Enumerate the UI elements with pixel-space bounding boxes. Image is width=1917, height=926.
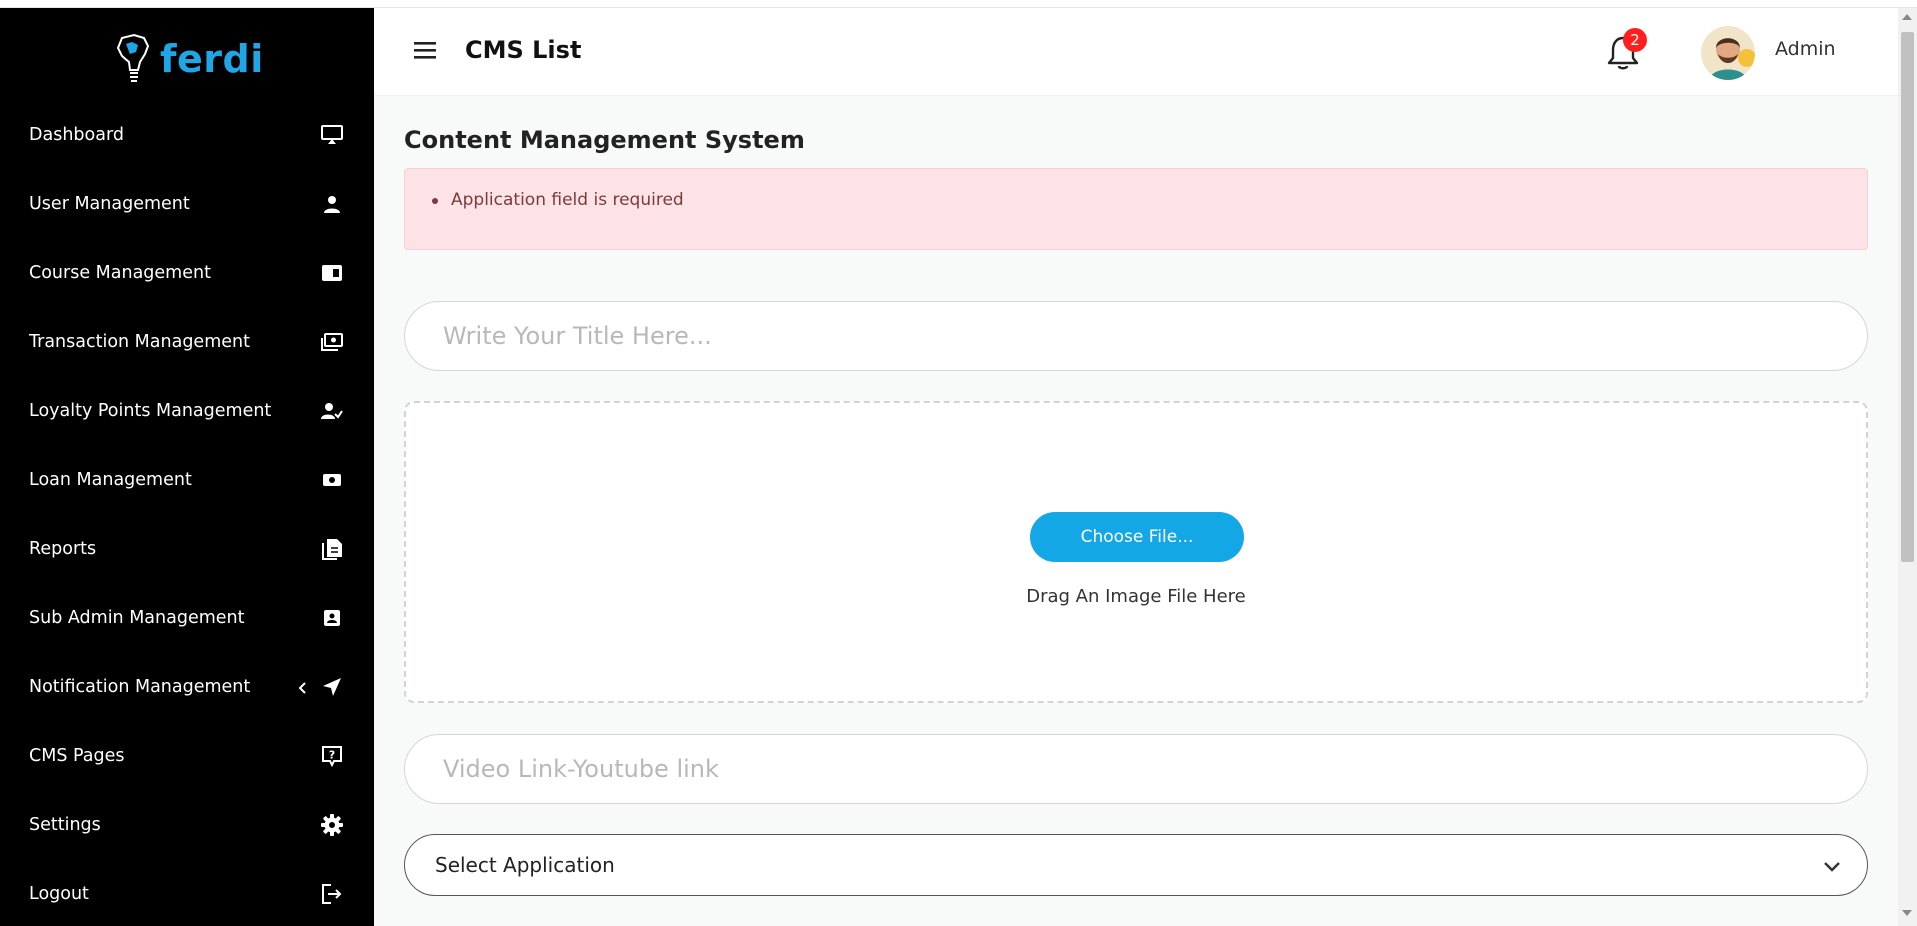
sidebar-item-sub-admin-management[interactable]: Sub Admin Management: [0, 583, 374, 652]
sidebar-item-notification-management[interactable]: Notification Management: [0, 652, 374, 721]
image-dropzone[interactable]: Choose File... Drag An Image File Here: [404, 401, 1868, 703]
sidebar-item-transaction-management[interactable]: Transaction Management: [0, 307, 374, 376]
application-select[interactable]: Select Application: [404, 834, 1868, 896]
error-message: Application field is required: [451, 190, 684, 210]
video-link-input[interactable]: [404, 734, 1868, 804]
sidebar-item-label: Course Management: [29, 262, 211, 283]
choose-file-button[interactable]: Choose File...: [1030, 512, 1244, 562]
sidebar-item-settings[interactable]: Settings: [0, 790, 374, 859]
application-select-value: Select Application: [435, 853, 615, 877]
scroll-down-arrow-icon[interactable]: [1902, 910, 1912, 916]
title-input[interactable]: [404, 301, 1868, 371]
user-icon: [320, 192, 344, 216]
chevron-left-icon: [296, 680, 310, 694]
avatar[interactable]: [1701, 26, 1755, 80]
sidebar-item-course-management[interactable]: Course Management: [0, 238, 374, 307]
hamburger-menu-icon[interactable]: [412, 38, 438, 62]
sidebar-item-label: Notification Management: [29, 676, 251, 697]
user-name[interactable]: Admin: [1775, 38, 1836, 60]
book-icon: [320, 261, 344, 285]
sidebar-item-dashboard[interactable]: Dashboard: [0, 100, 374, 169]
sidebar-nav: Dashboard User Management Course Managem…: [0, 100, 374, 926]
section-title: Content Management System: [404, 126, 805, 154]
sidebar-item-label: User Management: [29, 193, 190, 214]
top-header: CMS List 2 Admin: [374, 8, 1898, 96]
browser-top-edge: [0, 0, 1917, 8]
error-alert: Application field is required: [404, 168, 1868, 250]
brand-name: ferdi: [160, 37, 264, 81]
sidebar-item-user-management[interactable]: User Management: [0, 169, 374, 238]
money-icon: [320, 330, 344, 354]
sidebar-item-label: Logout: [29, 883, 89, 904]
file-icon: [320, 537, 344, 561]
notification-count-badge: 2: [1623, 28, 1647, 52]
sidebar-item-label: Loan Management: [29, 469, 192, 490]
brand-logo[interactable]: ferdi: [112, 28, 264, 90]
cash-icon: [320, 468, 344, 492]
sidebar-item-label: Transaction Management: [29, 331, 250, 352]
paper-plane-icon: [320, 675, 344, 699]
bullet-icon: [432, 198, 438, 204]
gear-icon: [320, 813, 344, 837]
sidebar-item-reports[interactable]: Reports: [0, 514, 374, 583]
sidebar-item-logout[interactable]: Logout: [0, 859, 374, 926]
africa-bulb-icon: [116, 33, 150, 82]
dropzone-hint: Drag An Image File Here: [1026, 586, 1246, 607]
sidebar-item-label: Reports: [29, 538, 97, 559]
question-box-icon: ?: [320, 744, 344, 768]
sidebar-item-label: Sub Admin Management: [29, 607, 245, 628]
chevron-down-icon: [1821, 857, 1843, 875]
sidebar: ferdi Dashboard User Management Course M…: [0, 8, 374, 926]
sidebar-item-loyalty-points-management[interactable]: Loyalty Points Management: [0, 376, 374, 445]
sidebar-item-cms-pages[interactable]: CMS Pages ?: [0, 721, 374, 790]
sidebar-item-loan-management[interactable]: Loan Management: [0, 445, 374, 514]
user-check-icon: [320, 399, 344, 423]
main-content: Content Management System Application fi…: [374, 96, 1898, 926]
id-card-icon: [320, 606, 344, 630]
sidebar-item-label: Dashboard: [29, 124, 124, 145]
svg-text:?: ?: [329, 748, 335, 761]
scrollbar-thumb[interactable]: [1901, 32, 1914, 562]
monitor-icon: [320, 123, 344, 147]
sidebar-item-label: Loyalty Points Management: [29, 400, 272, 421]
sidebar-item-label: CMS Pages: [29, 745, 125, 766]
scroll-up-arrow-icon[interactable]: [1902, 14, 1912, 20]
logout-icon: [320, 882, 344, 906]
sidebar-item-label: Settings: [29, 814, 101, 835]
page-scrollbar[interactable]: [1898, 8, 1917, 926]
page-title: CMS List: [465, 36, 582, 64]
